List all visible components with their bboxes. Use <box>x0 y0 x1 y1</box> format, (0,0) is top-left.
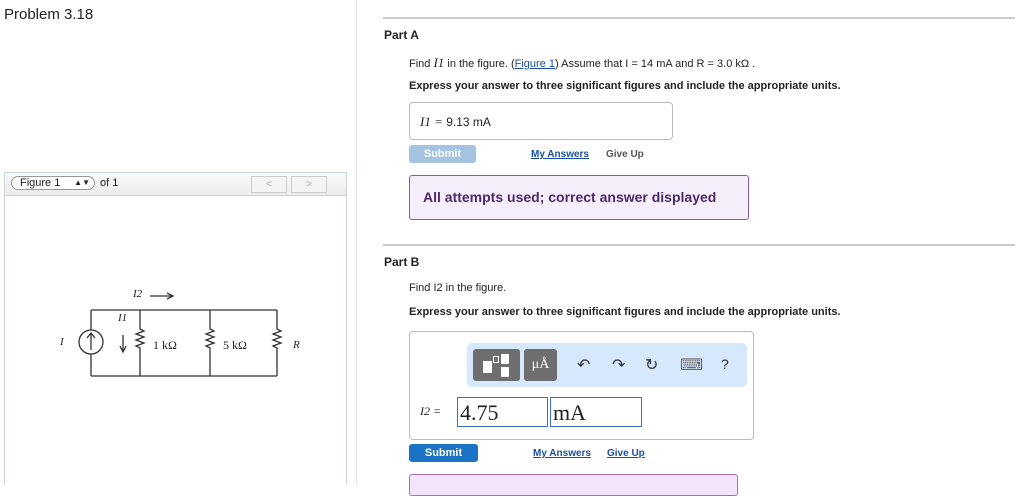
q-text: ) Assume that I = 14 mA and R = 3.0 kΩ . <box>555 58 756 70</box>
keyboard-icon[interactable]: ⌨ <box>680 355 703 375</box>
part-a-answer-box: I1 = 9.13 mA <box>409 102 673 140</box>
reset-icon[interactable]: ↻ <box>645 355 658 375</box>
part-a-question: Find I1 in the figure. (Figure 1) Assume… <box>409 55 755 71</box>
part-a-submit-button[interactable]: Submit <box>409 145 476 163</box>
problem-title: Problem 3.18 <box>4 6 94 23</box>
part-a-instructions: Express your answer to three significant… <box>409 80 841 92</box>
answer-label: I2 = <box>420 404 442 418</box>
figure-select[interactable]: Figure 1 ▲▼ <box>11 176 95 190</box>
part-b-submit-button[interactable]: Submit <box>409 444 478 462</box>
label-i2: I2 <box>133 288 143 300</box>
units-button[interactable]: μÅ <box>524 349 557 381</box>
q-var: I1 <box>433 55 445 70</box>
template-icon <box>483 361 492 373</box>
template-icon <box>501 367 509 377</box>
divider <box>383 17 1015 19</box>
prev-figure-button[interactable]: < <box>251 176 287 193</box>
figure-select-value: Figure 1 <box>20 177 61 189</box>
label-5k: 5 kΩ <box>223 338 247 352</box>
template-button[interactable] <box>473 349 520 381</box>
part-b-heading: Part B <box>384 255 420 269</box>
undo-icon[interactable]: ↶ <box>577 355 590 375</box>
part-b-answer-box: μÅ ↶ ↷ ↻ ⌨ ? I2 = 4.75 mA <box>409 331 754 440</box>
unit-input[interactable]: mA <box>550 397 642 427</box>
divider <box>356 0 357 485</box>
figure-count: of 1 <box>100 177 119 189</box>
part-b-instructions: Express your answer to three significant… <box>409 306 841 318</box>
feedback-box <box>409 474 738 496</box>
divider <box>383 244 1015 246</box>
label-1k: 1 kΩ <box>153 338 177 352</box>
template-icon <box>493 356 499 363</box>
figure-toolbar: Figure 1 ▲▼ of 1 < > <box>4 172 347 196</box>
figure-panel: I I1 I2 1 kΩ 5 kΩ R <box>4 195 347 485</box>
redo-icon[interactable]: ↷ <box>612 355 625 375</box>
help-icon[interactable]: ? <box>721 356 729 372</box>
q-text: in the figure. ( <box>444 58 515 70</box>
part-b-my-answers-link[interactable]: My Answers <box>533 448 591 459</box>
part-a-give-up: Give Up <box>606 149 644 160</box>
part-b-give-up-link[interactable]: Give Up <box>607 448 645 459</box>
answer-label: I1 = <box>420 114 443 129</box>
updown-icon: ▲▼ <box>74 178 90 187</box>
part-b-question: Find I2 in the figure. <box>409 282 507 294</box>
label-i1: I1 <box>118 312 128 324</box>
template-icon <box>501 354 509 364</box>
q-text: Find <box>409 58 434 70</box>
label-i: I <box>60 336 64 348</box>
part-a-my-answers-link[interactable]: My Answers <box>531 149 589 160</box>
math-toolbar: μÅ ↶ ↷ ↻ ⌨ ? <box>467 343 747 387</box>
attempts-alert: All attempts used; correct answer displa… <box>409 175 749 220</box>
answer-display: I1 = 9.13 mA <box>420 114 491 130</box>
answer-value: 9.13 mA <box>446 115 491 129</box>
figure-link[interactable]: Figure 1 <box>515 58 555 70</box>
value-input[interactable]: 4.75 <box>457 397 548 427</box>
label-r: R <box>293 339 300 351</box>
part-a-heading: Part A <box>384 28 419 42</box>
next-figure-button[interactable]: > <box>291 176 327 193</box>
